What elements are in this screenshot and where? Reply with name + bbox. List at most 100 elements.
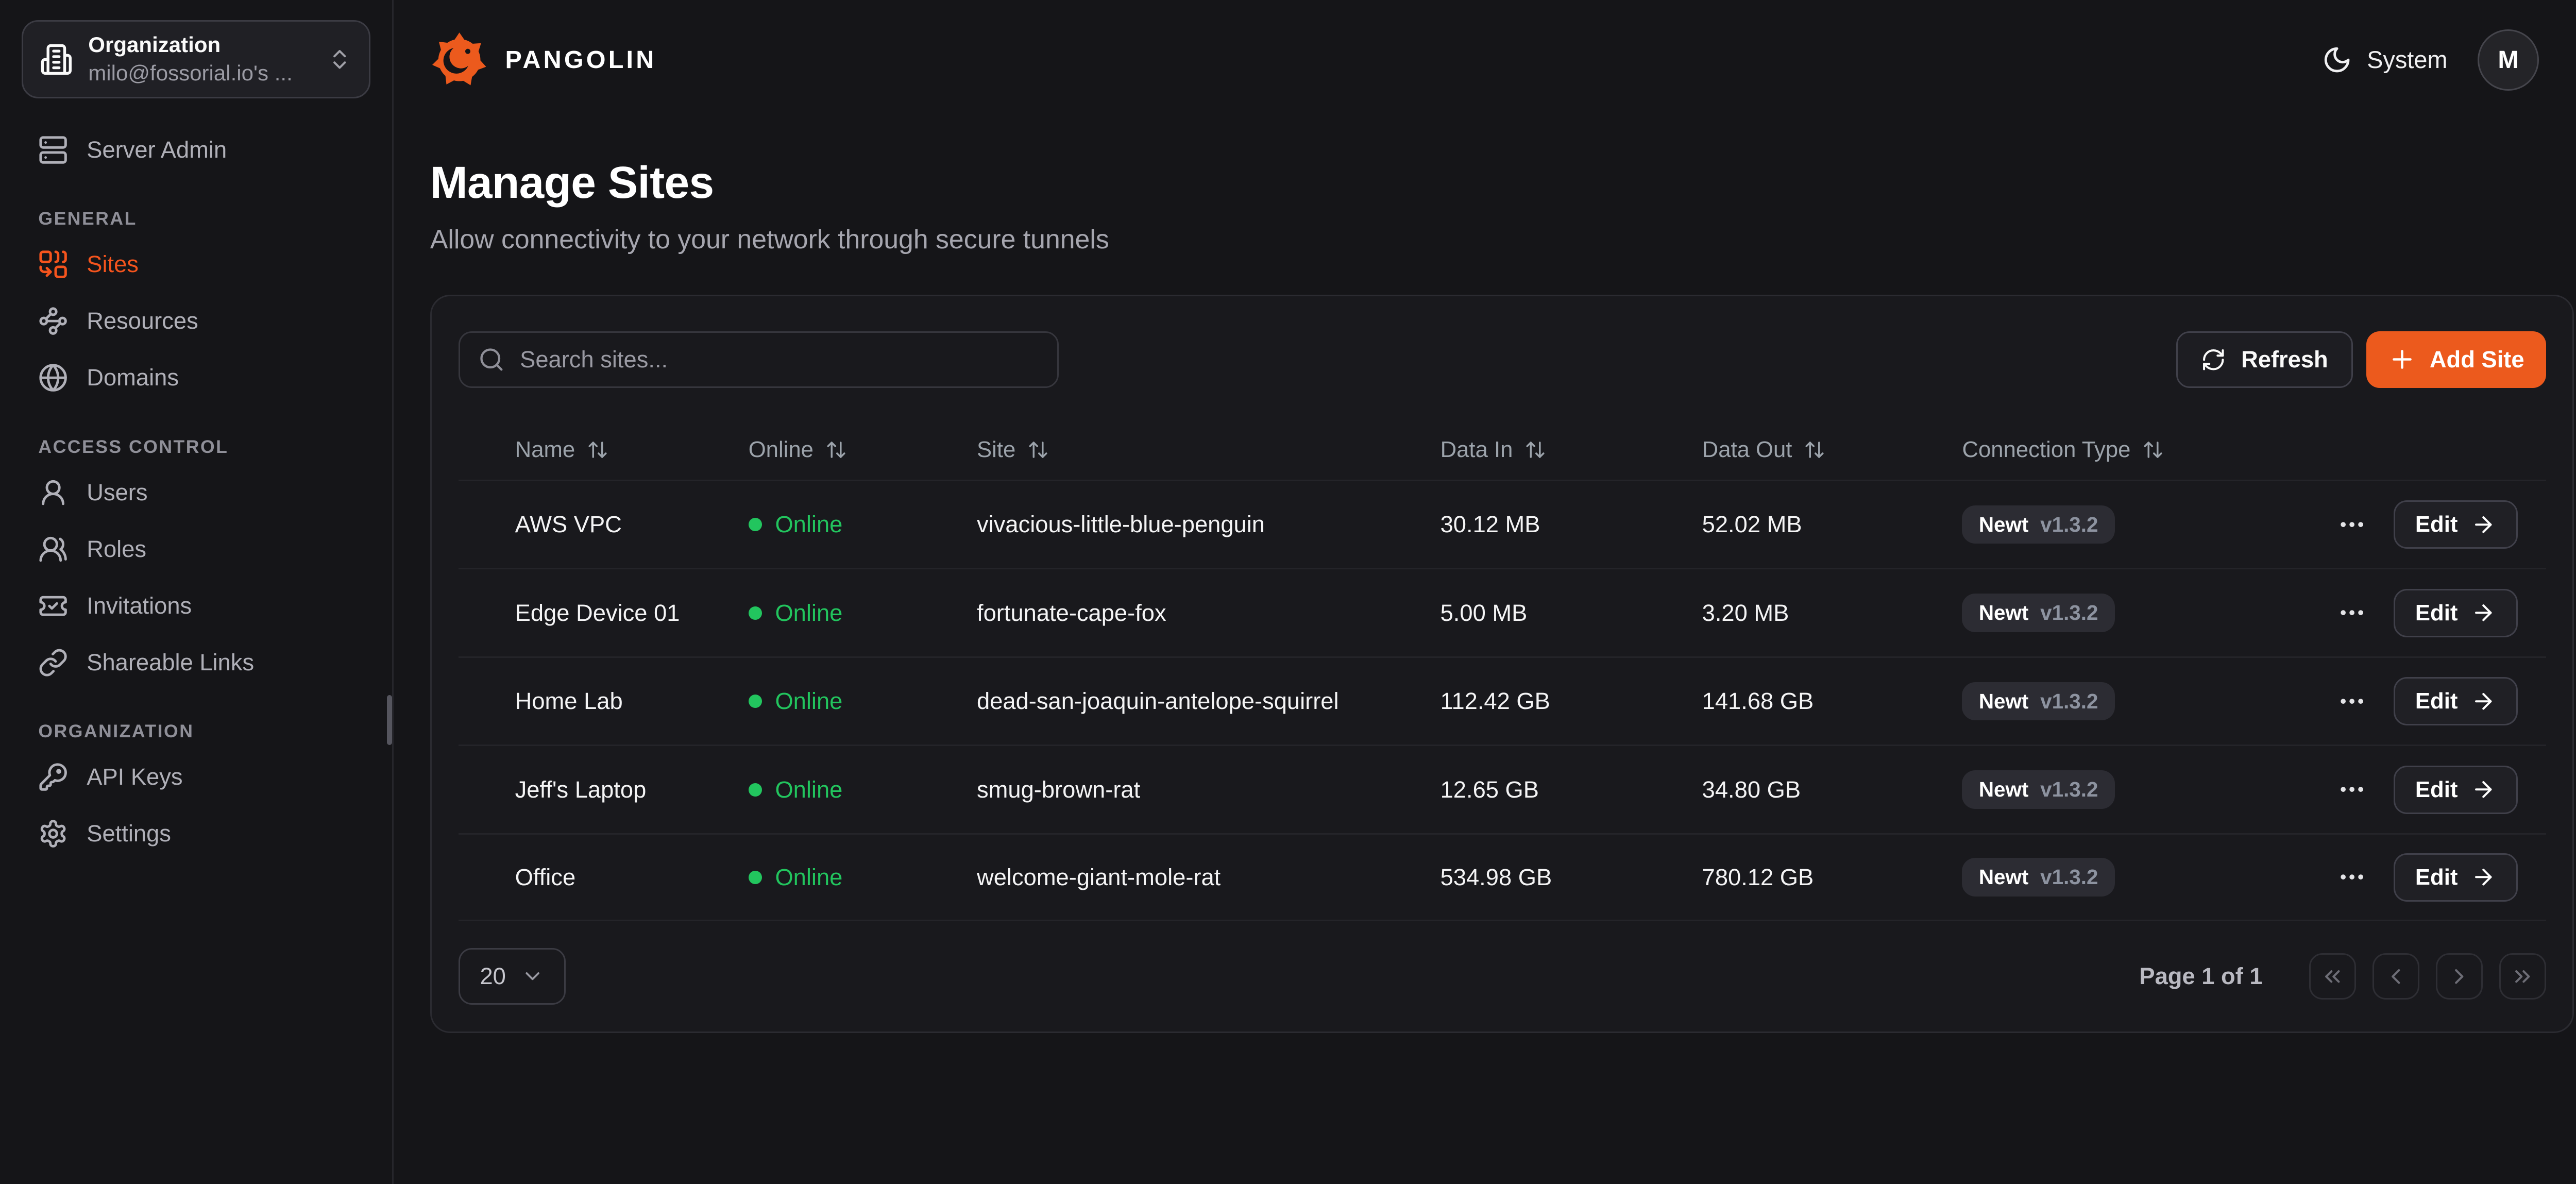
sidebar-item-label: API Keys <box>87 764 182 790</box>
sites-icon <box>38 249 68 279</box>
site-name: Home Lab <box>515 688 749 715</box>
online-dot-icon <box>749 871 762 884</box>
last-page-button[interactable] <box>2499 953 2546 1000</box>
sidebar-item[interactable]: Resources <box>22 293 370 349</box>
row-menu-button[interactable] <box>2337 598 2367 628</box>
edit-button[interactable]: Edit <box>2394 853 2518 902</box>
sidebar-section-label: ACCESS CONTROL <box>38 436 370 458</box>
next-page-button[interactable] <box>2436 953 2483 1000</box>
sort-icon <box>587 439 608 461</box>
site-status: Online <box>749 864 977 891</box>
arrow-right-icon <box>2471 865 2496 890</box>
connection-version: v1.3.2 <box>2040 512 2098 537</box>
site-tunnel-name: smug-brown-rat <box>977 776 1440 803</box>
table-row: Office Online welcome-giant-mole-rat 534… <box>459 833 2546 922</box>
row-menu-button[interactable] <box>2337 862 2367 892</box>
search-input[interactable] <box>520 346 1039 373</box>
theme-label: System <box>2367 46 2447 74</box>
site-name: Jeff's Laptop <box>515 776 749 803</box>
sort-icon <box>1027 439 1049 461</box>
sidebar-sections: GENERAL Sites Resou <box>22 178 370 862</box>
sort-icon <box>2142 439 2164 461</box>
table-row: Home Lab Online dead-san-joaquin-antelop… <box>459 656 2546 745</box>
connection-type-badge: Newt v1.3.2 <box>1962 858 2114 896</box>
arrow-right-icon <box>2471 689 2496 714</box>
sidebar-item-label: Shareable Links <box>87 649 254 676</box>
chevron-down-icon <box>521 965 544 988</box>
chevron-right-icon <box>2447 964 2472 989</box>
row-menu-button[interactable] <box>2337 510 2367 539</box>
site-data-in: 5.00 MB <box>1440 600 1702 627</box>
site-connection-type: Newt v1.3.2 <box>1962 858 2295 896</box>
column-header[interactable]: Data Out <box>1702 437 1962 463</box>
sidebar-item-label: Invitations <box>87 593 192 619</box>
brand-name: PANGOLIN <box>505 45 656 74</box>
sidebar-item[interactable]: Roles <box>22 521 370 578</box>
table-header: Name Online Site <box>459 419 2546 479</box>
sidebar-item[interactable]: Domains <box>22 349 370 406</box>
edit-button[interactable]: Edit <box>2394 500 2518 549</box>
sidebar-nav: Server Admin GENERAL Sites <box>22 122 370 862</box>
site-connection-type: Newt v1.3.2 <box>1962 682 2295 720</box>
sidebar-item-server-admin[interactable]: Server Admin <box>22 122 370 178</box>
app: Organization milo@fossorial.io's ... Ser… <box>0 0 2576 1184</box>
page-subtitle: Allow connectivity to your network throu… <box>430 224 2574 255</box>
sort-icon <box>825 439 847 461</box>
first-page-button[interactable] <box>2309 953 2356 1000</box>
edit-button[interactable]: Edit <box>2394 677 2518 725</box>
site-data-out: 34.80 GB <box>1702 776 1962 803</box>
gear-icon <box>38 819 68 849</box>
column-header[interactable]: Name <box>515 437 749 463</box>
main: PANGOLIN System M Manage Sites Allow con… <box>394 0 2576 1184</box>
site-connection-type: Newt v1.3.2 <box>1962 594 2295 632</box>
sidebar-scrollbar-thumb[interactable] <box>387 695 392 745</box>
column-header[interactable]: Site <box>977 437 1440 463</box>
sidebar-section-label: GENERAL <box>38 208 370 229</box>
sites-table: Name Online Site <box>459 419 2546 921</box>
ellipsis-icon <box>2337 510 2367 539</box>
link-icon <box>38 648 68 678</box>
connection-version: v1.3.2 <box>2040 689 2098 714</box>
row-menu-button[interactable] <box>2337 774 2367 804</box>
row-menu-button[interactable] <box>2337 686 2367 716</box>
sidebar-item[interactable]: Users <box>22 464 370 521</box>
site-data-in: 12.65 GB <box>1440 776 1702 803</box>
user-icon <box>38 478 68 508</box>
table-footer: 20 Page 1 of 1 <box>459 948 2546 1005</box>
column-header[interactable]: Online <box>749 437 977 463</box>
sidebar-item[interactable]: Shareable Links <box>22 634 370 691</box>
online-dot-icon <box>749 783 762 797</box>
ellipsis-icon <box>2337 862 2367 892</box>
sidebar-item[interactable]: Settings <box>22 805 370 862</box>
site-data-in: 30.12 MB <box>1440 511 1702 538</box>
theme-toggle-button[interactable]: System <box>2322 45 2448 75</box>
previous-page-button[interactable] <box>2372 953 2419 1000</box>
online-dot-icon <box>749 518 762 531</box>
column-header[interactable]: Data In <box>1440 437 1702 463</box>
org-selector-value: milo@fossorial.io's ... <box>88 59 312 88</box>
edit-button[interactable]: Edit <box>2394 766 2518 814</box>
users-icon <box>38 534 68 564</box>
arrow-right-icon <box>2471 777 2496 802</box>
sidebar-item-label: Sites <box>87 251 139 278</box>
sidebar-item[interactable]: API Keys <box>22 749 370 805</box>
add-site-button[interactable]: Add Site <box>2366 331 2546 388</box>
edit-button[interactable]: Edit <box>2394 589 2518 637</box>
org-selector[interactable]: Organization milo@fossorial.io's ... <box>22 20 370 98</box>
sidebar-section-label: ORGANIZATION <box>38 721 370 742</box>
site-connection-type: Newt v1.3.2 <box>1962 770 2295 808</box>
site-status: Online <box>749 688 977 715</box>
site-status: Online <box>749 511 977 538</box>
sidebar-item[interactable]: Invitations <box>22 578 370 634</box>
avatar[interactable]: M <box>2478 29 2539 91</box>
sidebar-item[interactable]: Sites <box>22 236 370 293</box>
column-header[interactable]: Connection Type <box>1962 437 2295 463</box>
arrow-right-icon <box>2471 600 2496 625</box>
site-name: AWS VPC <box>515 511 749 538</box>
site-tunnel-name: vivacious-little-blue-penguin <box>977 511 1440 538</box>
sort-icon <box>1804 439 1825 461</box>
sidebar-section: ORGANIZATION API Keys <box>22 721 370 862</box>
page-size-select[interactable]: 20 <box>459 948 566 1005</box>
org-selector-label: Organization <box>88 31 312 59</box>
refresh-button[interactable]: Refresh <box>2176 331 2353 388</box>
